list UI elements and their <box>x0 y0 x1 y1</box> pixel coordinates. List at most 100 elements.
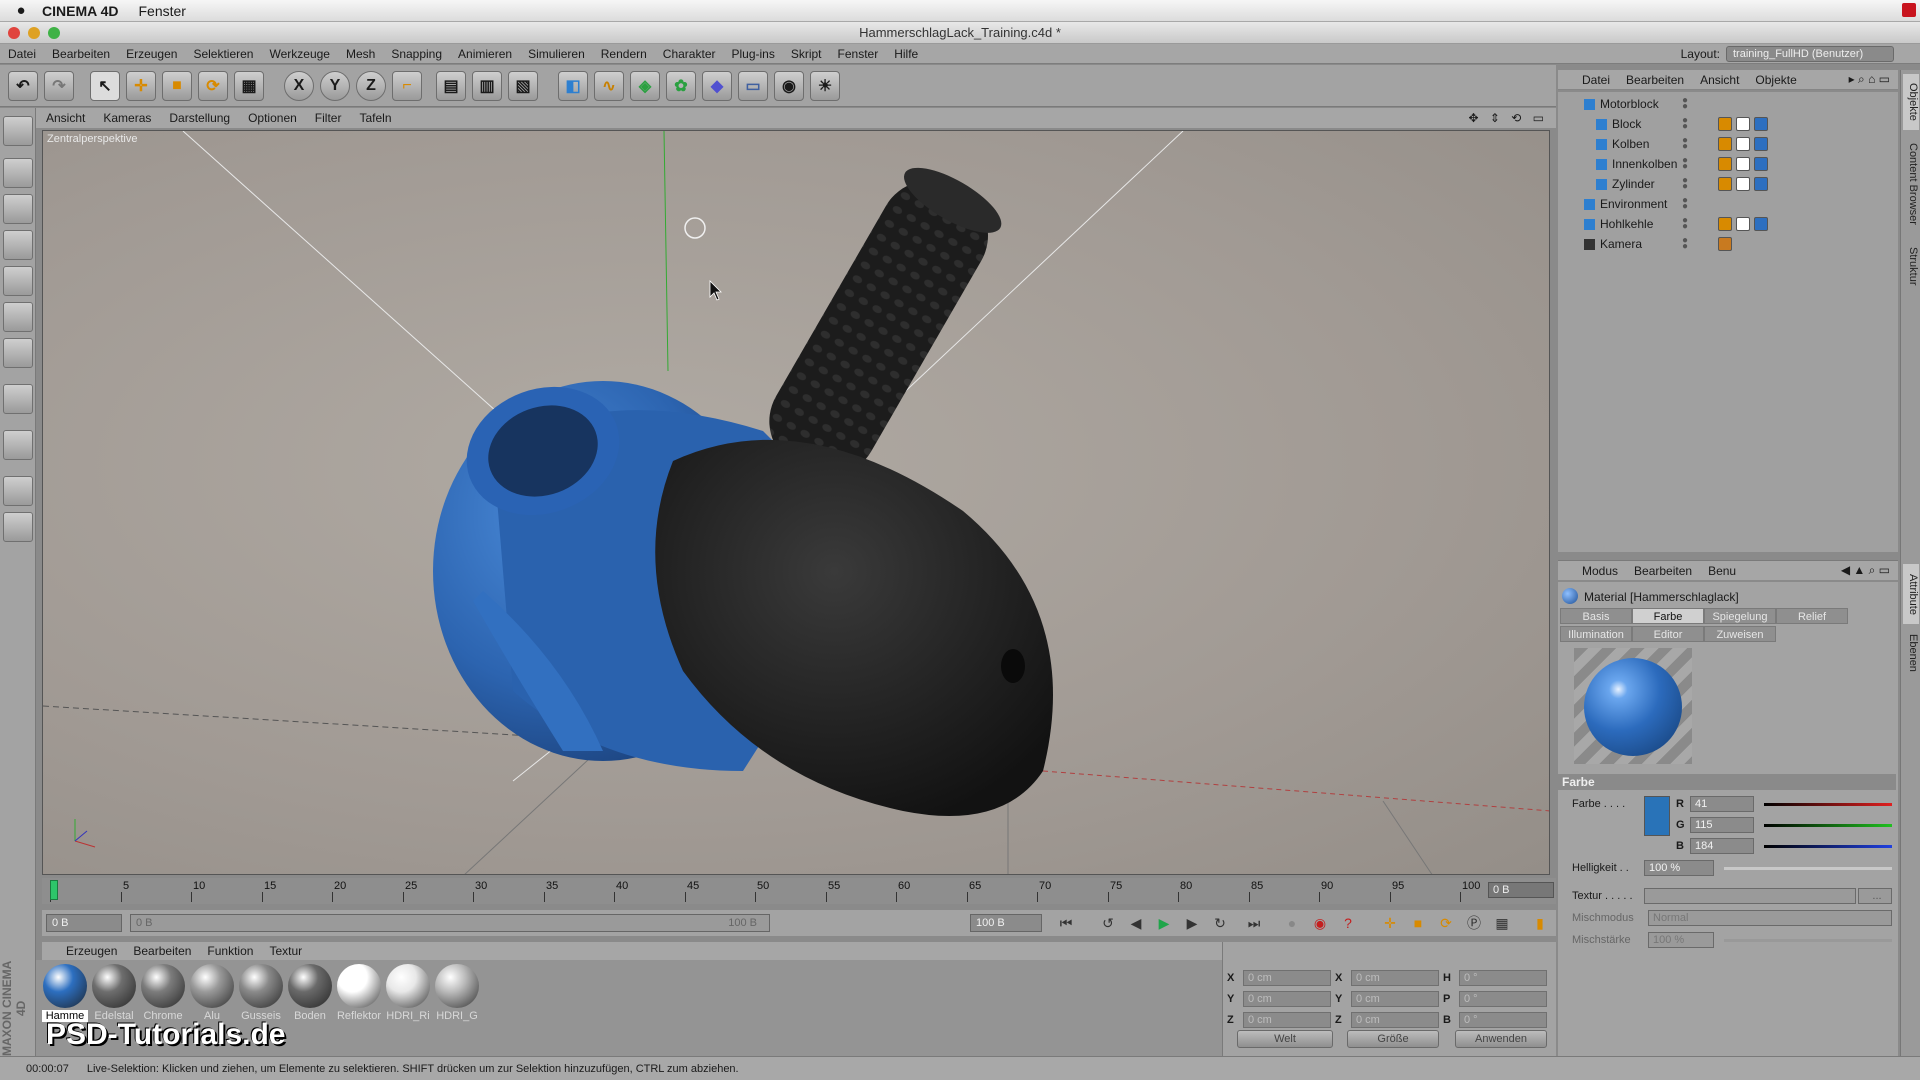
menu-fenster[interactable]: Fenster <box>838 47 879 61</box>
layout-select[interactable]: training_FullHD (Benutzer) <box>1726 46 1894 62</box>
record-keys-icon[interactable]: ● <box>1280 912 1304 934</box>
end-frame-field[interactable]: 100 B <box>970 914 1042 932</box>
menu-plugins[interactable]: Plug-ins <box>731 47 774 61</box>
live-selection-icon[interactable]: ↖ <box>90 71 120 101</box>
visibility-dots-icon[interactable]: ● ● <box>1682 196 1688 212</box>
coord-value-field[interactable]: 0 cm <box>1243 991 1331 1007</box>
keyframe-selection-icon[interactable]: ? <box>1336 912 1360 934</box>
recent-tools-icon[interactable]: ▦ <box>234 71 264 101</box>
object-tag-icon[interactable] <box>1754 177 1768 191</box>
object-tag-icon[interactable] <box>1754 157 1768 171</box>
y-axis-lock-icon[interactable]: Y <box>320 71 350 101</box>
move-tool-icon[interactable]: ✛ <box>126 71 156 101</box>
object-tag-icon[interactable] <box>1736 177 1750 191</box>
coordinate-system-icon[interactable]: ⌐ <box>392 71 422 101</box>
coord-value-field[interactable]: 0 ° <box>1459 970 1547 986</box>
menu-snapping[interactable]: Snapping <box>391 47 442 61</box>
object-menu-datei[interactable]: Datei <box>1582 73 1610 87</box>
coord-value-field[interactable]: 0 cm <box>1351 991 1439 1007</box>
material-swatch[interactable]: Chrome <box>140 964 186 1026</box>
object-tag-icon[interactable] <box>1736 117 1750 131</box>
attr-nav-icons[interactable]: ◀ ▲ ⌕ ▭ <box>1841 563 1890 578</box>
visibility-dots-icon[interactable]: ● ● <box>1682 236 1688 252</box>
b-value-field[interactable]: 184 <box>1690 838 1754 854</box>
vtab-objekte[interactable]: Objekte <box>1903 74 1919 130</box>
x-axis-lock-icon[interactable]: X <box>284 71 314 101</box>
tab-spiegelung[interactable]: Spiegelung <box>1704 608 1776 624</box>
tab-basis[interactable]: Basis <box>1560 608 1632 624</box>
mischstaerke-field[interactable]: 100 % <box>1648 932 1714 948</box>
rotate-tool-icon[interactable]: ⟳ <box>198 71 228 101</box>
r-slider[interactable] <box>1764 803 1892 806</box>
coord-value-field[interactable]: 0 cm <box>1351 970 1439 986</box>
viewport-menu-kameras[interactable]: Kameras <box>103 111 151 125</box>
tab-relief[interactable]: Relief <box>1776 608 1848 624</box>
key-scale-icon[interactable]: ■ <box>1406 912 1430 934</box>
object-tree-item[interactable]: Kamera ● ● <box>1558 234 1898 254</box>
menu-skript[interactable]: Skript <box>791 47 822 61</box>
attr-menu-benutzer[interactable]: Benu <box>1708 564 1736 578</box>
object-tree-item[interactable]: Innenkolben ● ● <box>1558 154 1898 174</box>
attr-menu-bearbeiten[interactable]: Bearbeiten <box>1634 564 1692 578</box>
object-tag-icon[interactable] <box>1718 177 1732 191</box>
object-tag-icon[interactable] <box>1718 237 1732 251</box>
g-slider[interactable] <box>1764 824 1892 827</box>
key-parameter-icon[interactable]: Ⓟ <box>1462 912 1486 934</box>
range-slider[interactable]: 0 B 100 B <box>130 914 770 932</box>
vtab-attribute[interactable]: Attribute <box>1903 564 1919 624</box>
object-tree-item[interactable]: Zylinder ● ● <box>1558 174 1898 194</box>
b-slider[interactable] <box>1764 845 1892 848</box>
timeline-ruler[interactable]: 0510152025303540455055606570758085909510… <box>50 880 1480 902</box>
material-swatch[interactable]: HDRI_G <box>434 964 480 1026</box>
material-swatch[interactable]: Edelstal <box>91 964 137 1026</box>
coord-value-field[interactable]: 0 cm <box>1351 1012 1439 1028</box>
vtab-ebenen[interactable]: Ebenen <box>1903 628 1919 678</box>
object-tree-item[interactable]: Block ● ● <box>1558 114 1898 134</box>
next-frame-icon[interactable]: ▶ <box>1180 912 1204 934</box>
model-mode-icon[interactable] <box>3 158 33 188</box>
coord-value-field[interactable]: 0 ° <box>1459 991 1547 1007</box>
vtab-struktur[interactable]: Struktur <box>1903 238 1919 294</box>
tab-zuweisen[interactable]: Zuweisen <box>1704 626 1776 642</box>
object-search-icons[interactable]: ▸ ⌕ ⌂ ▭ <box>1849 72 1890 87</box>
object-tag-icon[interactable] <box>1754 117 1768 131</box>
undo-icon[interactable]: ↶ <box>8 71 38 101</box>
coord-value-field[interactable]: 0 ° <box>1459 1012 1547 1028</box>
points-mode-icon[interactable] <box>3 266 33 296</box>
menu-bearbeiten[interactable]: Bearbeiten <box>52 47 110 61</box>
vtab-content-browser[interactable]: Content Browser <box>1903 134 1919 234</box>
snap-icon[interactable] <box>3 512 33 542</box>
object-tag-icon[interactable] <box>1718 157 1732 171</box>
menu-hilfe[interactable]: Hilfe <box>894 47 918 61</box>
play-icon[interactable]: ▶ <box>1152 912 1176 934</box>
menu-simulieren[interactable]: Simulieren <box>528 47 585 61</box>
material-swatch[interactable]: Alu <box>189 964 235 1026</box>
menu-charakter[interactable]: Charakter <box>663 47 716 61</box>
object-tag-icon[interactable] <box>1736 217 1750 231</box>
edges-mode-icon[interactable] <box>3 302 33 332</box>
object-menu-ansicht[interactable]: Ansicht <box>1700 73 1739 87</box>
make-editable-icon[interactable] <box>3 116 33 146</box>
object-tag-icon[interactable] <box>1718 217 1732 231</box>
mischstaerke-slider[interactable] <box>1724 939 1892 942</box>
object-tag-icon[interactable] <box>1736 157 1750 171</box>
material-swatch[interactable]: Reflektor <box>336 964 382 1026</box>
tab-illumination[interactable]: Illumination <box>1560 626 1632 642</box>
goto-end-icon[interactable]: ⏭ <box>1242 912 1266 934</box>
next-key-icon[interactable]: ↻ <box>1208 912 1232 934</box>
viewport-menu-ansicht[interactable]: Ansicht <box>46 111 85 125</box>
material-menu-bearbeiten[interactable]: Bearbeiten <box>133 944 191 958</box>
coord-value-field[interactable]: 0 cm <box>1243 970 1331 986</box>
world-dropdown[interactable]: Welt <box>1237 1030 1333 1048</box>
visibility-dots-icon[interactable]: ● ● <box>1682 216 1688 232</box>
viewport-menu-optionen[interactable]: Optionen <box>248 111 297 125</box>
key-pla-icon[interactable]: ▦ <box>1490 912 1514 934</box>
object-tree-item[interactable]: Kolben ● ● <box>1558 134 1898 154</box>
start-frame-field[interactable]: 0 B <box>46 914 122 932</box>
textur-browse-button[interactable]: ... <box>1858 888 1892 904</box>
axis-mode-icon[interactable] <box>3 384 33 414</box>
polygons-mode-icon[interactable] <box>3 338 33 368</box>
nurbs-icon[interactable]: ◈ <box>630 71 660 101</box>
z-axis-lock-icon[interactable]: Z <box>356 71 386 101</box>
render-settings-icon[interactable]: ▧ <box>508 71 538 101</box>
